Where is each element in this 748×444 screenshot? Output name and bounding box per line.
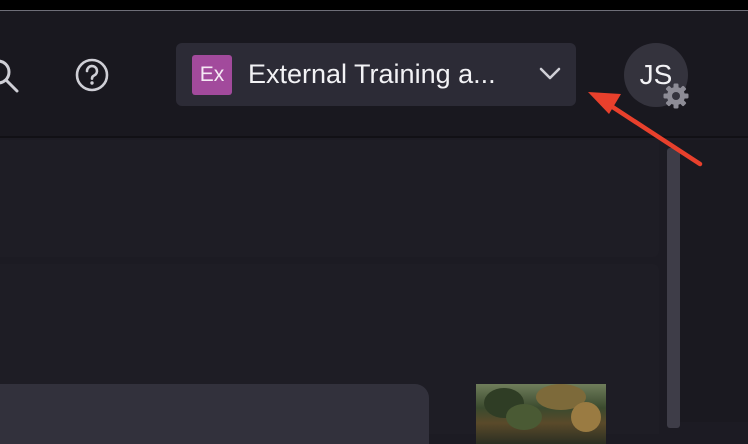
help-circle-icon[interactable] [74, 57, 110, 93]
top-navigation-bar: Ex External Training a... JS [0, 11, 748, 138]
gear-icon[interactable] [662, 82, 690, 110]
search-icon[interactable] [0, 58, 26, 100]
window-top-edge [0, 0, 748, 11]
right-gutter [680, 140, 748, 422]
workspace-initials: Ex [199, 63, 225, 86]
chevron-down-icon [539, 67, 561, 80]
image-thumbnail[interactable] [476, 384, 606, 444]
scrollbar[interactable] [667, 148, 680, 428]
content-card[interactable] [0, 384, 429, 444]
workspace-selector[interactable]: Ex External Training a... [176, 43, 576, 106]
content-panel-top [0, 140, 659, 257]
workspace-name: External Training a... [248, 59, 496, 89]
workspace-avatar: Ex [192, 55, 232, 95]
